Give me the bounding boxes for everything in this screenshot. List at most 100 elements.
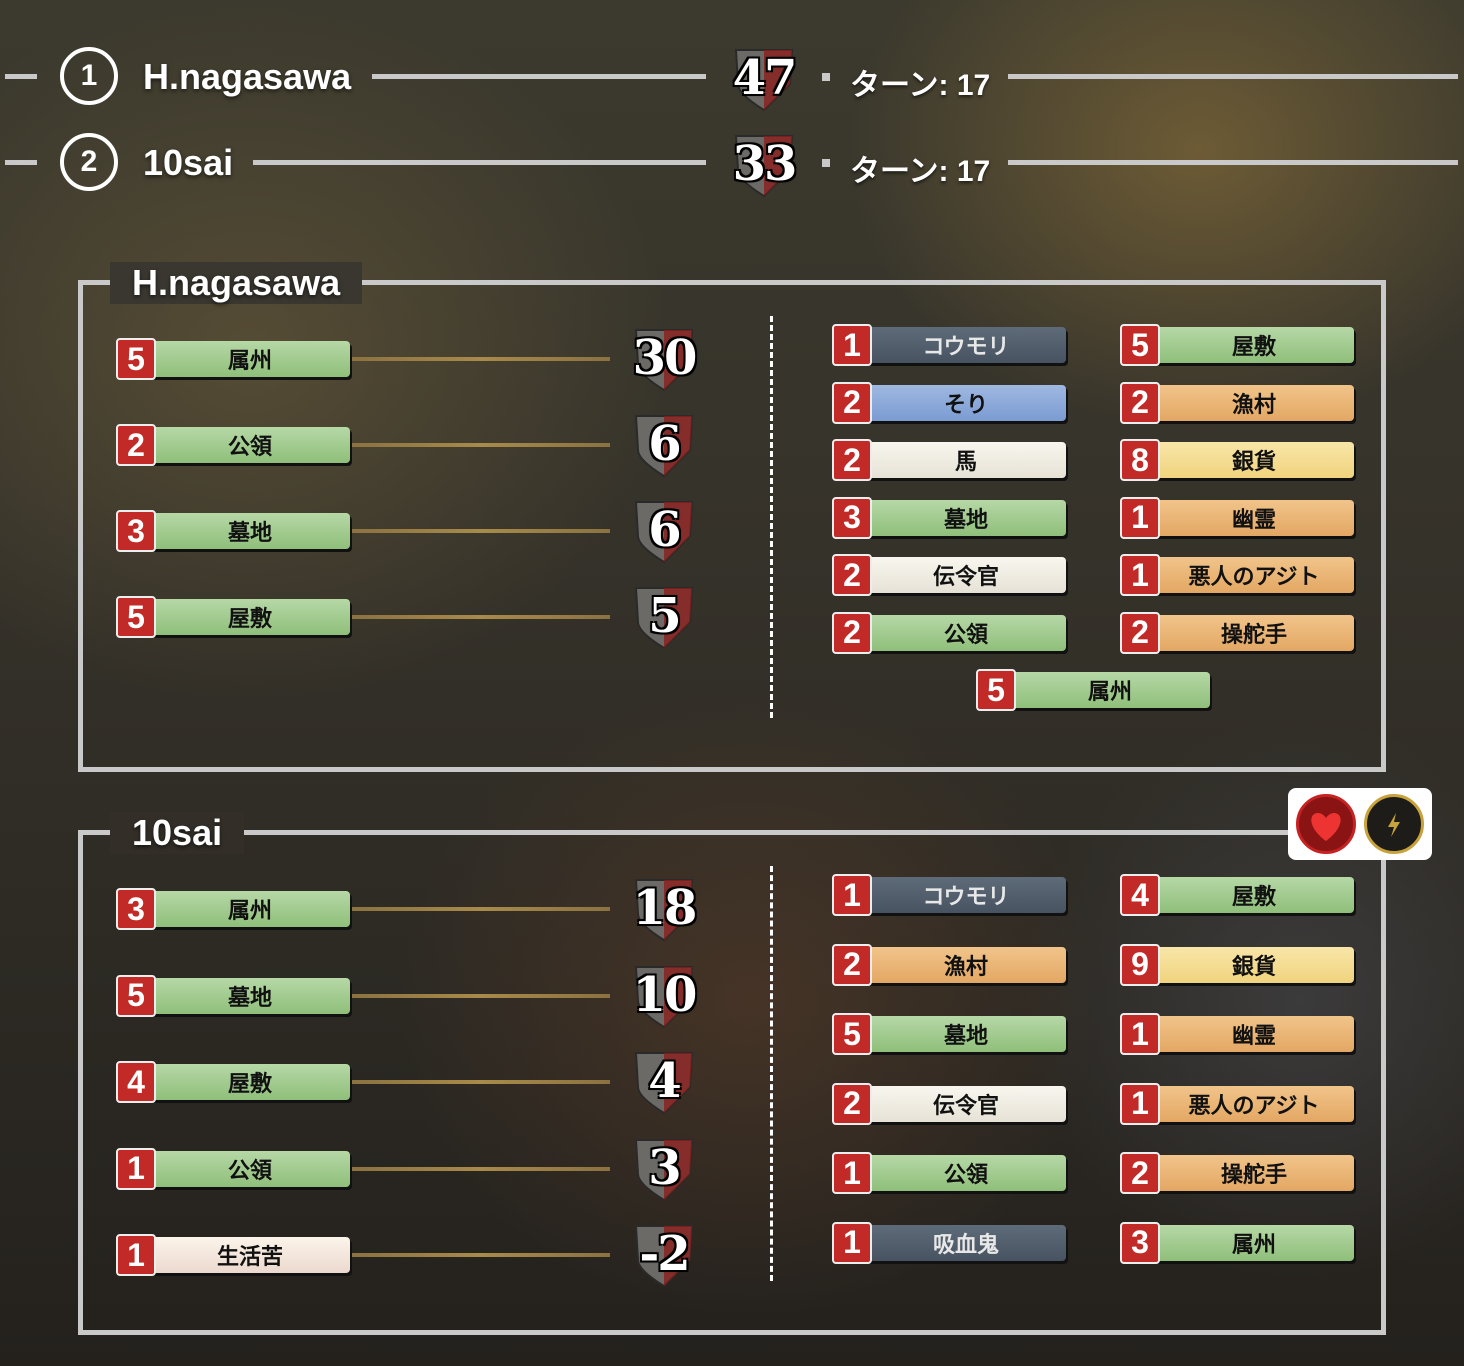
card-entry[interactable]: 1 公領 — [116, 1147, 352, 1190]
turn-count: ターン: 17 — [850, 155, 991, 188]
card-label: 屋敷 — [150, 599, 350, 635]
header-line — [1008, 160, 1458, 165]
card-entry[interactable]: 4 屋敷 — [1120, 874, 1356, 916]
divider — [770, 316, 773, 718]
card-count: 4 — [116, 1061, 156, 1103]
card-entry[interactable]: 5 屋敷 — [1120, 324, 1356, 366]
card-entry[interactable]: 2馬 — [832, 439, 1068, 481]
card-label: 墓地 — [150, 513, 350, 549]
card-entry[interactable]: 3 墓地 — [832, 496, 1068, 539]
card-label: 幽霊 — [1154, 499, 1354, 536]
card-count: 2 — [832, 611, 872, 654]
card-entry[interactable]: 2 操舵手 — [1120, 1152, 1356, 1194]
card-label: 墓地 — [150, 977, 350, 1014]
card-entry[interactable]: 2 漁村 — [1120, 381, 1356, 424]
card-label: 公領 — [150, 427, 350, 463]
points-shield: 30 — [632, 324, 697, 392]
rank-badge: 1 — [60, 47, 118, 105]
card-entry[interactable]: 9 銀貨 — [1120, 943, 1356, 986]
card-count: 1 — [116, 1147, 156, 1190]
points-shield: 6 — [632, 410, 696, 478]
card-count: 1 — [832, 1152, 872, 1194]
card-entry[interactable]: 3 属州 — [1120, 1221, 1356, 1264]
card-count: 2 — [832, 381, 872, 424]
card-count: 2 — [832, 943, 872, 986]
card-count: 1 — [116, 1234, 156, 1276]
leader-line — [352, 1253, 610, 1257]
points-shield: 6 — [632, 496, 696, 564]
card-entry[interactable]: 1 幽霊 — [1120, 1013, 1356, 1055]
card-entry[interactable]: 2 伝令官 — [832, 1082, 1068, 1125]
card-count: 5 — [832, 1013, 872, 1055]
card-label: 屋敷 — [150, 1064, 350, 1100]
panel-title: 10sai — [110, 812, 245, 854]
leader-line — [352, 529, 610, 533]
rank-badge: 2 — [60, 133, 118, 191]
card-count: 2 — [832, 439, 872, 481]
card-entry[interactable]: 8 銀貨 — [1120, 439, 1356, 481]
card-count: 2 — [1120, 1152, 1160, 1194]
card-entry[interactable]: 1 生活苦 — [116, 1234, 352, 1276]
card-count: 5 — [116, 596, 156, 638]
card-count: 3 — [116, 510, 156, 552]
card-label: 属州 — [150, 891, 350, 927]
card-label: 漁村 — [1154, 384, 1354, 421]
card-entry[interactable]: 5 墓地 — [116, 974, 352, 1017]
divider — [770, 866, 773, 1281]
card-count: 1 — [1120, 1013, 1160, 1055]
card-label: 銀貨 — [1154, 946, 1354, 983]
card-count: 2 — [116, 424, 156, 466]
card-label: 馬 — [866, 442, 1066, 478]
card-entry[interactable]: 1 悪人のアジト — [1120, 554, 1356, 596]
card-entry[interactable]: 5 墓地 — [832, 1013, 1068, 1055]
panel-title: H.nagasawa — [110, 262, 363, 304]
card-entry[interactable]: 2 漁村 — [832, 943, 1068, 986]
card-label: 伝令官 — [866, 557, 1066, 593]
card-label: 悪人のアジト — [1154, 1085, 1354, 1122]
turn-count: ターン: 17 — [850, 69, 991, 102]
card-count: 1 — [1120, 496, 1160, 539]
leader-line — [352, 443, 610, 447]
card-label: 操舵手 — [1154, 614, 1354, 651]
card-label: 屋敷 — [1154, 877, 1354, 913]
player-name: H.nagasawa — [143, 56, 352, 97]
card-count: 1 — [832, 874, 872, 916]
card-entry[interactable]: 2 そり — [832, 381, 1068, 424]
header-line — [253, 160, 706, 165]
card-count: 3 — [832, 496, 872, 539]
card-entry[interactable]: 4 屋敷 — [116, 1061, 352, 1103]
card-count: 8 — [1120, 439, 1160, 481]
heart-icon[interactable] — [1296, 794, 1356, 854]
card-count: 3 — [1120, 1221, 1160, 1264]
player-name: 10sai — [143, 142, 234, 183]
card-entry[interactable]: 1 悪人のアジト — [1120, 1082, 1356, 1125]
card-count: 2 — [832, 554, 872, 596]
points-shield: 5 — [632, 582, 696, 650]
lightning-icon[interactable] — [1364, 794, 1424, 854]
card-entry[interactable]: 2 操舵手 — [1120, 611, 1356, 654]
leader-line — [352, 615, 610, 619]
card-label: 伝令官 — [866, 1085, 1066, 1122]
card-count: 1 — [832, 324, 872, 366]
card-entry[interactable]: 1 コウモリ — [832, 874, 1068, 916]
card-entry[interactable]: 5 屋敷 — [116, 596, 352, 638]
points-shield: 4 — [632, 1047, 696, 1115]
card-label: 吸血鬼 — [866, 1224, 1066, 1261]
card-label: 墓地 — [866, 499, 1066, 536]
card-entry[interactable]: 1 コウモリ — [832, 324, 1068, 366]
card-count: 3 — [116, 888, 156, 930]
card-entry[interactable]: 5 属州 — [976, 669, 1212, 711]
card-entry[interactable]: 1 吸血鬼 — [832, 1221, 1068, 1264]
card-entry[interactable]: 3 墓地 — [116, 510, 352, 552]
card-entry[interactable]: 1 公領 — [832, 1152, 1068, 1194]
card-entry[interactable]: 5 属州 — [116, 338, 352, 380]
card-count: 1 — [1120, 1082, 1160, 1125]
card-entry[interactable]: 2 公領 — [116, 424, 352, 466]
card-count: 1 — [1120, 554, 1160, 596]
card-entry[interactable]: 1 幽霊 — [1120, 496, 1356, 539]
card-entry[interactable]: 2 公領 — [832, 611, 1068, 654]
card-count: 5 — [976, 669, 1016, 711]
card-entry[interactable]: 3 属州 — [116, 888, 352, 930]
card-count: 4 — [1120, 874, 1160, 916]
card-entry[interactable]: 2 伝令官 — [832, 554, 1068, 596]
